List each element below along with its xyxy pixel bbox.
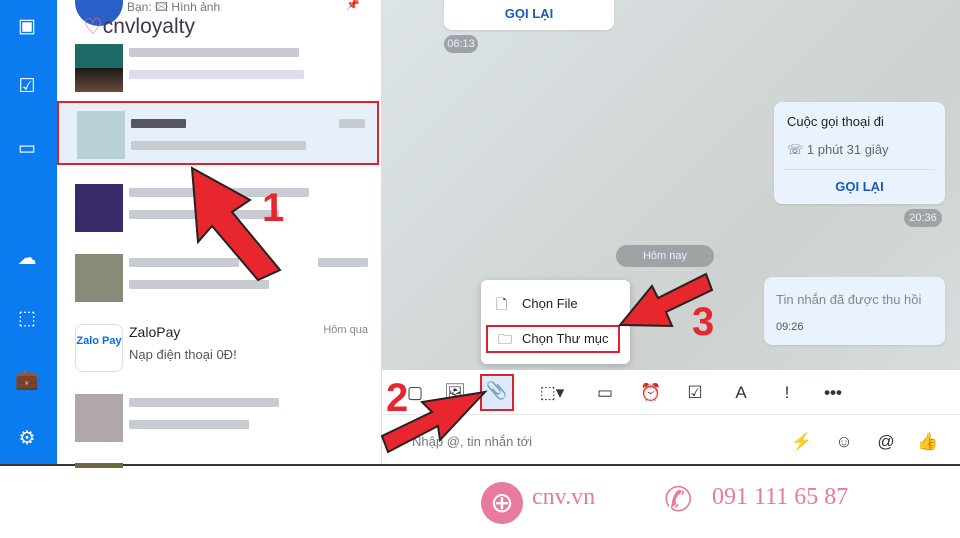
phone-text: 091 111 65 87 — [712, 484, 849, 510]
timestamp: 06:13 — [444, 35, 478, 53]
mention-icon[interactable]: @ — [871, 427, 901, 457]
timestamp: 09:26 — [776, 321, 804, 333]
like-icon[interactable]: 👍 — [913, 427, 943, 457]
message-preview: Nạp điện thoại 0Đ! — [129, 347, 237, 362]
screenshot-icon[interactable]: ⬚ — [14, 306, 40, 332]
reminder-icon[interactable]: ⏰ — [636, 378, 666, 408]
settings-icon[interactable]: ⚙ — [14, 426, 40, 452]
outgoing-call-card: Cuộc gọi thoại đi ☏ 1 phút 31 giây GỌI L… — [774, 102, 945, 204]
date-divider: Hôm nay — [616, 245, 714, 267]
timestamp: 20:36 — [904, 209, 942, 227]
format-text-icon[interactable]: A — [726, 378, 756, 408]
outgoing-call-icon: ☏ — [787, 142, 807, 157]
website-text: cnv.vn — [532, 484, 596, 510]
screenshot-dropdown[interactable]: ⬚▾ — [532, 378, 572, 408]
quick-message-icon[interactable]: ⚡ — [787, 427, 817, 457]
folder-icon: 🗀 — [498, 331, 512, 347]
conversation-name: ZaloPay — [129, 324, 181, 340]
avatar — [75, 394, 123, 442]
annotation-step-3: 3 — [692, 300, 715, 344]
todo-icon[interactable]: ☑ — [14, 74, 40, 100]
call-duration: 1 phút 31 giây — [806, 142, 889, 157]
menu-item-choose-folder[interactable]: 🗀 Chọn Thư mục — [486, 325, 620, 353]
zalopay-logo: Zalo Pay — [75, 324, 123, 372]
avatar — [75, 44, 123, 92]
emoji-icon[interactable]: ☺ — [829, 427, 859, 457]
timestamp: Hôm qua — [323, 324, 368, 336]
recalled-message: Tin nhắn đã được thu hồi 09:26 — [764, 277, 945, 345]
avatar — [77, 111, 125, 159]
call-title: Cuộc gọi thoại đi — [787, 114, 884, 129]
callback-button[interactable]: GỌI LẠI — [774, 179, 945, 194]
task-icon[interactable]: ☑ — [680, 378, 710, 408]
call-card: GỌI LẠI — [444, 0, 614, 30]
conversation-item-zalopay[interactable]: Zalo Pay ZaloPay Nạp điện thoại 0Đ! Hôm … — [57, 316, 380, 378]
conversation-item-selected[interactable] — [57, 101, 379, 165]
avatar — [75, 184, 123, 232]
annotation-step-1: 1 — [262, 186, 285, 230]
conversation-item[interactable] — [57, 386, 380, 448]
menu-item-choose-file[interactable]: 🗋 Chọn File — [486, 290, 623, 318]
nav-sidebar: ▣ ☑ ▭ ☁ ⬚ 💼 ⚙ — [0, 0, 57, 464]
avatar — [75, 254, 123, 302]
footer-banner: ⊕ cnv.vn ✆ 091 111 65 87 — [0, 468, 960, 538]
video-icon[interactable]: ▭ — [14, 136, 40, 162]
callback-button[interactable]: GỌI LẠI — [444, 6, 614, 21]
globe-icon: ⊕ — [481, 482, 523, 524]
phone-icon: ✆ — [664, 481, 693, 519]
recalled-text: Tin nhắn đã được thu hồi — [776, 292, 922, 307]
annotation-step-2: 2 — [386, 376, 409, 420]
more-icon[interactable]: ••• — [818, 378, 848, 408]
pin-icon[interactable]: 📌 — [346, 0, 360, 11]
file-icon: 🗋 — [496, 296, 508, 312]
conversation-item[interactable] — [57, 36, 380, 98]
contacts-icon[interactable]: ▣ — [14, 14, 40, 40]
urgent-icon[interactable]: ! — [772, 378, 802, 408]
contact-card-icon[interactable]: ▭ — [590, 378, 620, 408]
cloud-icon[interactable]: ☁ — [14, 246, 40, 272]
attach-menu: 🗋 Chọn File 🗀 Chọn Thư mục — [481, 280, 630, 364]
briefcase-icon[interactable]: 💼 — [14, 368, 40, 394]
